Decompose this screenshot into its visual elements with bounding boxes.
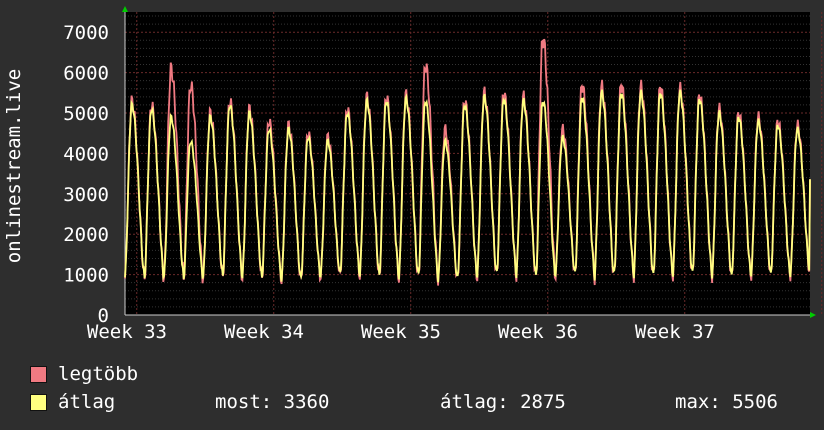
y-tick-label: 5000	[63, 103, 109, 125]
x-tick-label: Week 37	[635, 321, 715, 343]
x-axis-arrow-icon	[810, 312, 816, 318]
x-tick-label: Week 33	[87, 321, 167, 343]
x-axis: Week 33 Week 34 Week 35 Week 36 Week 37	[87, 321, 715, 343]
legend-label-avg: átlag	[58, 391, 116, 413]
y-tick-label: 6000	[63, 63, 109, 85]
chart: 01000200030004000500060007000 Week 33 Wee…	[3, 6, 823, 343]
stat-maximum: max: 5506	[675, 391, 778, 413]
y-axis-label: onlinestream.live	[3, 69, 25, 263]
y-tick-label: 3000	[63, 184, 109, 206]
stat-current: most: 3360	[215, 391, 330, 413]
x-tick-label: Week 35	[361, 321, 441, 343]
y-tick-label: 2000	[63, 224, 109, 246]
legend-swatch-avg	[30, 394, 47, 411]
legend-label-max: legtöbb	[58, 363, 139, 385]
y-tick-label: 4000	[63, 143, 109, 165]
legend: legtöbb átlag most: 3360 átlag: 2875 max…	[30, 362, 820, 422]
y-tick-label: 1000	[63, 265, 109, 287]
y-axis: 01000200030004000500060007000	[63, 22, 109, 327]
x-tick-label: Week 34	[224, 321, 304, 343]
y-tick-label: 7000	[63, 22, 109, 44]
y-axis-arrow-icon	[122, 6, 128, 12]
legend-swatch-max	[30, 366, 47, 383]
x-tick-label: Week 36	[498, 321, 578, 343]
stat-average: átlag: 2875	[440, 391, 566, 413]
plot-area	[125, 12, 810, 315]
